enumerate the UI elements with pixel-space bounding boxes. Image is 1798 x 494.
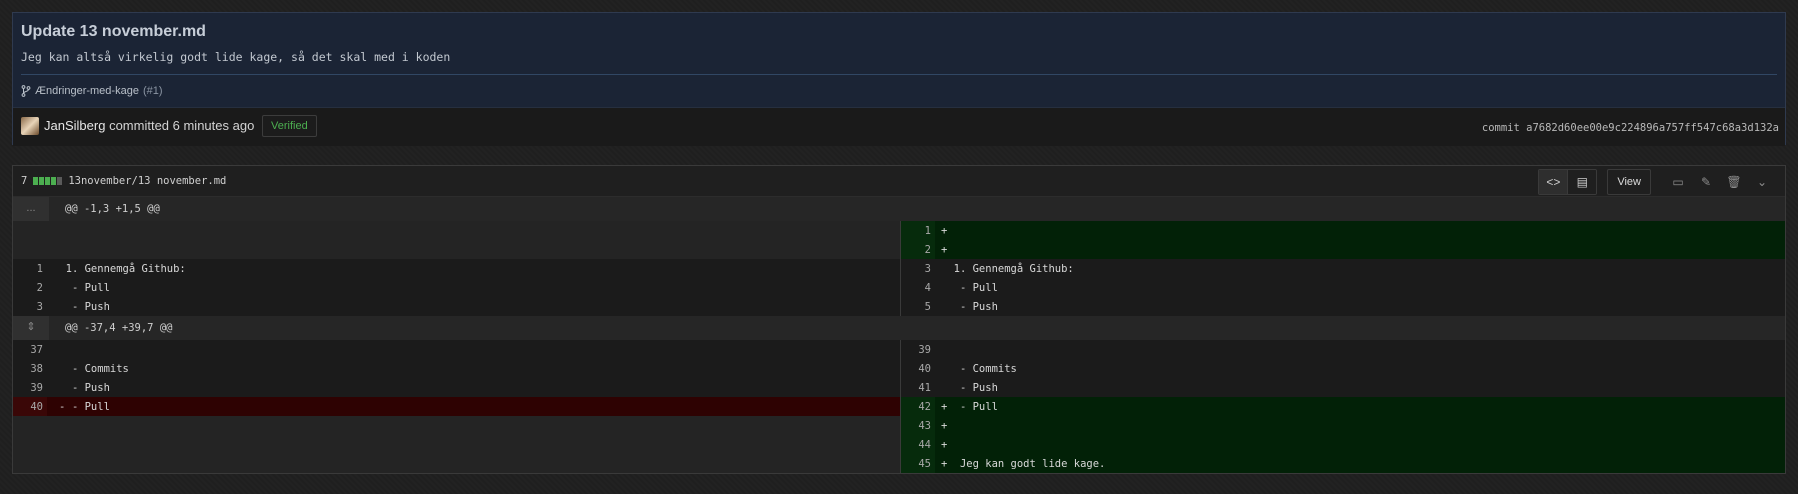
view-toggle: <> ▤ <box>1538 169 1598 195</box>
code-icon[interactable]: <> <box>1539 170 1568 194</box>
diff-row: 45 + Jeg kan godt lide kage. <box>13 454 1785 473</box>
expand-icon[interactable]: ⇕ <box>13 316 49 340</box>
diff-row: 1 1. Gennemgå Github: 3 1. Gennemgå Gith… <box>13 259 1785 278</box>
trash-icon[interactable]: 🗑 <box>1723 170 1745 194</box>
avatar[interactable] <box>21 117 39 135</box>
branch-icon <box>21 85 31 97</box>
diff-row: 38 - Commits 40 - Commits <box>13 359 1785 378</box>
pull-request-link[interactable]: (#1) <box>143 85 163 97</box>
desktop-icon[interactable]: ▭ <box>1667 170 1689 194</box>
expand-button[interactable]: ... <box>13 197 49 221</box>
hunk-header: ⇕ @@ -37,4 +39,7 @@ <box>13 316 1785 340</box>
branch-link[interactable]: Ændringer-med-kage <box>35 85 139 97</box>
pencil-icon[interactable]: ✎ <box>1695 170 1717 194</box>
diff-row: 2 + <box>13 240 1785 259</box>
commit-description: Jeg kan altså virkelig godt lide kage, s… <box>21 50 451 64</box>
diff-row: 40- - Pull 42 + - Pull <box>13 397 1785 416</box>
diff-row: 44 + <box>13 435 1785 454</box>
verified-badge[interactable]: Verified <box>262 115 317 137</box>
view-file-button[interactable]: View <box>1607 169 1651 195</box>
diff-row: 39 - Push 41 - Push <box>13 378 1785 397</box>
file-icon[interactable]: ▤ <box>1567 170 1597 194</box>
chevron-down-icon[interactable]: ⌄ <box>1751 170 1773 194</box>
hunk-text: @@ -37,4 +39,7 @@ <box>65 322 173 334</box>
commit-title: Update 13 november.md <box>21 23 206 40</box>
file-header: 7 13november/13 november.md <> ▤ View ▭ … <box>13 166 1785 197</box>
change-count: 7 <box>21 175 28 187</box>
hunk-header: ... @@ -1,3 +1,5 @@ <box>13 197 1785 221</box>
commit-time: committed 6 minutes ago <box>109 118 255 133</box>
author-link[interactable]: JanSilberg <box>44 118 105 133</box>
diff-row: 3 - Push 5 - Push <box>13 297 1785 316</box>
file-path[interactable]: 13november/13 november.md <box>68 175 226 187</box>
hunk-text: @@ -1,3 +1,5 @@ <box>65 203 160 215</box>
branch-info: Ændringer-med-kage (#1) <box>21 85 163 97</box>
commit-sha[interactable]: commit a7682d60ee00e9c224896a757ff547c68… <box>1482 122 1779 134</box>
divider <box>21 74 1777 75</box>
diff-row: 43 + <box>13 416 1785 435</box>
commit-meta: JanSilberg committed 6 minutes ago Verif… <box>13 108 1785 146</box>
diff-stat <box>33 177 63 185</box>
diff-row: 1 + <box>13 221 1785 240</box>
diff-file: 7 13november/13 november.md <> ▤ View ▭ … <box>12 165 1786 474</box>
commit-header: Update 13 november.md Jeg kan altså virk… <box>13 13 1785 108</box>
commit-box: Update 13 november.md Jeg kan altså virk… <box>12 12 1786 146</box>
diff-row: 37 39 <box>13 340 1785 359</box>
diff-row: 2 - Pull 4 - Pull <box>13 278 1785 297</box>
